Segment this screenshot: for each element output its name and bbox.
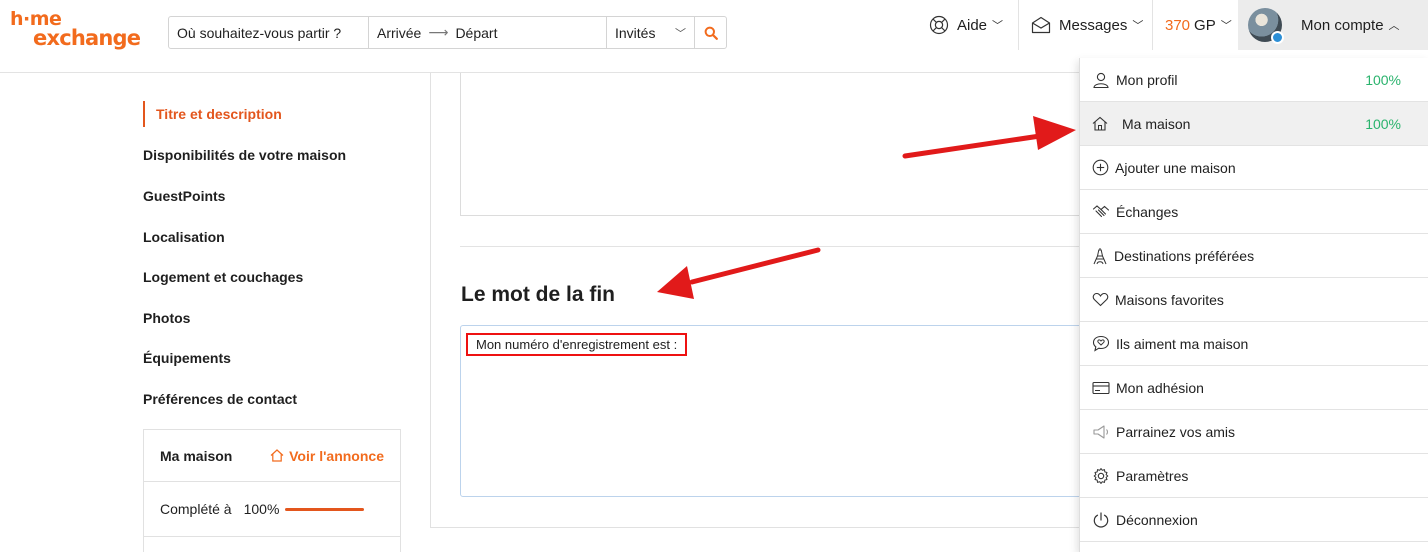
arrow-right-icon: ⟶ [428,24,449,40]
chevron-up-icon: ︿ [1388,20,1400,32]
gear-icon [1093,467,1109,484]
menu-item-profile[interactable]: Mon profil 100% [1080,58,1428,102]
user-icon [1093,72,1109,88]
menu-item-label: Mon profil [1116,71,1178,88]
menu-item-label: Destinations préférées [1114,247,1255,264]
menu-item-label: Échanges [1116,203,1179,220]
sidebar-item-title-description[interactable]: Titre et description [143,101,282,127]
chevron-down-icon: ﹀ [992,20,1004,32]
menu-item-favorite-homes[interactable]: Maisons favorites [1080,278,1428,322]
destination-placeholder: Où souhaitez-vous partir ? [177,24,342,41]
dates-field[interactable]: Arrivée ⟶ Départ [369,17,607,48]
card-completion-row: Complété à 100% [144,482,400,537]
menu-item-logout[interactable]: Déconnexion [1080,498,1428,542]
house-icon [270,449,284,462]
account-dropdown-menu: Mon profil 100% Ma maison 100% Ajouter u… [1079,58,1428,552]
avatar [1248,8,1284,44]
menu-item-label: Mon adhésion [1116,379,1204,396]
home-completion-badge: 100% [1365,115,1401,132]
card-icon [1092,381,1110,394]
menu-item-settings[interactable]: Paramètres [1080,454,1428,498]
menu-item-exchanges[interactable]: Échanges [1080,190,1428,234]
eiffel-tower-icon [1093,247,1107,264]
search-icon [704,26,718,40]
megaphone-icon [1093,424,1109,439]
guestpoints-value: 370 [1165,16,1191,34]
search-bar: Où souhaitez-vous partir ? Arrivée ⟶ Dép… [168,16,727,49]
chat-heart-icon [1092,335,1110,352]
arrival-label: Arrivée [377,24,422,41]
section-title: Le mot de la fin [461,283,616,306]
menu-item-refer-friends[interactable]: Parrainez vos amis [1080,410,1428,454]
chevron-down-icon: ﹀ [675,27,686,40]
guests-select[interactable]: Invités ﹀ [607,17,695,48]
guests-label: Invités [615,24,656,41]
help-menu[interactable]: Aide ﹀ [929,0,1017,50]
help-label: Aide [957,16,988,34]
card-header: Ma maison Voir l'annonce [144,430,400,482]
departure-label: Départ [455,24,498,41]
chevron-down-icon: ﹀ [1132,20,1144,32]
messages-menu[interactable]: Messages ﹀ [1018,0,1152,50]
profile-completion-badge: 100% [1365,71,1401,88]
account-label: Mon compte [1301,16,1384,34]
verified-badge-icon [1271,31,1284,44]
menu-item-membership[interactable]: Mon adhésion [1080,366,1428,410]
heart-icon [1092,292,1109,307]
plus-circle-icon [1092,159,1109,176]
view-listing-link[interactable]: Voir l'annonce [270,448,384,464]
sidebar-item-contact-preferences[interactable]: Préférences de contact [143,391,297,407]
sidebar-item-availability[interactable]: Disponibilités de votre maison [143,147,346,163]
envelope-icon [1031,16,1051,34]
house-icon [1092,116,1108,131]
completion-progress-bar [285,507,365,511]
account-menu[interactable]: Mon compte ︿ [1238,0,1428,50]
messages-label: Messages [1059,16,1128,34]
sidebar-item-guestpoints[interactable]: GuestPoints [143,188,225,204]
completion-label: Complété à [160,501,232,517]
menu-item-label: Ajouter une maison [1115,159,1236,176]
card-title: Ma maison [160,447,233,464]
sidebar-item-photos[interactable]: Photos [143,310,190,326]
section-divider [460,246,1090,247]
handshake-icon [1092,204,1110,217]
menu-item-my-home[interactable]: Ma maison 100% [1080,102,1428,146]
search-button[interactable] [695,17,726,48]
sidebar-item-location[interactable]: Localisation [143,229,225,245]
menu-item-add-home[interactable]: Ajouter une maison [1080,146,1428,190]
destination-field[interactable]: Où souhaitez-vous partir ? [169,17,369,48]
lifebuoy-icon [929,15,949,35]
view-listing-label: Voir l'annonce [289,447,384,464]
home-summary-card: Ma maison Voir l'annonce Complété à 100% [143,429,401,552]
menu-item-label: Déconnexion [1116,511,1198,528]
completion-value: 100% [243,501,280,517]
chevron-down-icon: ﹀ [1220,20,1232,32]
logo-text-line2: exchange [33,26,141,50]
menu-item-label: Ma maison [1122,115,1191,132]
guestpoints-unit: GP [1194,16,1216,34]
menu-item-label: Parrainez vos amis [1116,423,1236,440]
guestpoints-menu[interactable]: 370 GP ﹀ [1152,0,1238,50]
sidebar-item-housing[interactable]: Logement et couchages [143,269,303,285]
menu-item-they-like-my-home[interactable]: Ils aiment ma maison [1080,322,1428,366]
homeexchange-logo[interactable]: h·me exchange [8,9,158,53]
sidebar-item-equipment[interactable]: Équipements [143,350,231,366]
registration-number-text: Mon numéro d'enregistrement est : [466,333,688,356]
power-icon [1093,511,1109,528]
menu-item-label: Paramètres [1116,467,1189,484]
page: h·me exchange Où souhaitez-vous partir ?… [0,0,1428,552]
menu-item-label: Ils aiment ma maison [1116,335,1249,352]
menu-item-label: Maisons favorites [1115,291,1224,308]
previous-textarea[interactable] [460,73,1090,216]
menu-item-favorite-destinations[interactable]: Destinations préférées [1080,234,1428,278]
